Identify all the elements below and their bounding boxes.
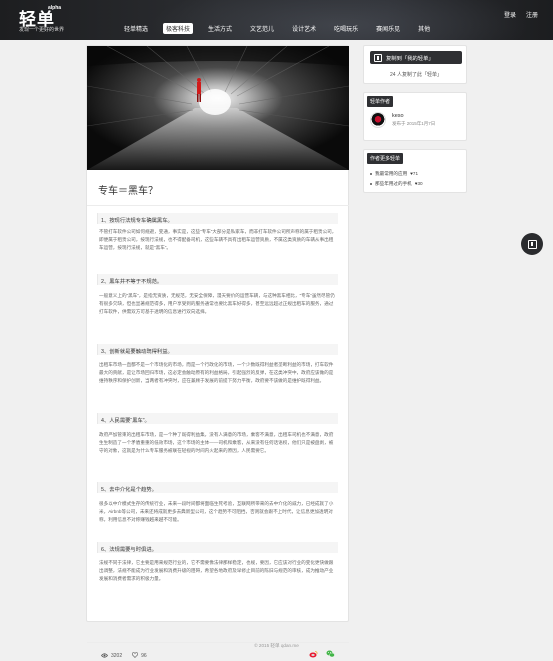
register-link[interactable]: 注册 [526, 10, 538, 19]
nav-item-lifestyle[interactable]: 生活方式 [205, 23, 235, 34]
cover-image [87, 46, 349, 170]
logo-alpha-tag: alpha [48, 5, 62, 11]
bullet-icon [370, 173, 372, 175]
copy-to-my-list-button[interactable]: 复制到「我的轻单」 [370, 51, 462, 64]
view-count: 3202 [111, 653, 123, 659]
section-heading-5: 5、去中介化是个趋势。 [97, 482, 338, 493]
more-item-likes: 71 [412, 171, 419, 176]
site-header: 轻单 alpha 发现一个更好的世界 轻单精选 极客科技 生活方式 文艺范儿 设… [0, 0, 553, 40]
copy-count: 24 人复制了此「轻单」 [390, 72, 442, 78]
login-link[interactable]: 登录 [504, 10, 516, 19]
tunnel-photo [87, 46, 349, 170]
nav-item-design[interactable]: 设计艺术 [289, 23, 319, 34]
eye-icon [101, 652, 108, 660]
more-item-title[interactable]: 我最常用的应用 [375, 171, 407, 177]
copy-icon [527, 239, 537, 249]
author-heading: 轻单作者 [367, 96, 394, 107]
author-publish-date: 发布于 2015年1月7日 [392, 121, 436, 126]
wechat-share-icon[interactable] [326, 650, 335, 660]
article-title: 专车＝黑车？ [98, 186, 158, 197]
author-card: 轻单作者 keso 发布于 2015年1月7日 [363, 92, 467, 141]
section-body-4: 政府严加管束的出租车市场，是一个种了既得利益集，没有人满意的市场，乘客不满意，出… [99, 432, 334, 454]
more-item-likes: 30 [417, 181, 423, 186]
section-heading-1: 1、按现行法规专车确属黑车。 [97, 213, 338, 224]
weibo-share-icon[interactable] [309, 650, 318, 660]
more-item-title[interactable]: 那些年用过的手机 [375, 181, 412, 187]
section-heading-3: 3、创新就是要触动既得利益。 [97, 344, 338, 355]
like-count: 96 [141, 653, 147, 659]
more-heading: 作者更多轻单 [367, 153, 404, 164]
section-body-2: 一般意义上的“黑车”，是指无资质，无规范，无安全保障，漫天要价的运营车辆，与这种… [99, 293, 335, 315]
section-heading-4: 4、人民需要“黑车”。 [97, 413, 338, 424]
nav-item-news[interactable]: 赛闻乐见 [373, 23, 403, 34]
copy-button-label: 复制到「我的轻单」 [386, 55, 434, 62]
copy-icon [374, 53, 382, 62]
section-body-1: 不管打车软件公司如何规避，变通，事实是，这些“专车”大部分是私家车，而非打车软件… [99, 229, 337, 251]
nav-item-featured[interactable]: 轻单精选 [121, 23, 151, 34]
section-heading-6: 6、法规需要与时俱进。 [97, 542, 338, 553]
nav-item-food-fun[interactable]: 吃喝玩乐 [331, 23, 361, 34]
section-body-3: 出租车市场一直都不是一个市场化的市场，而是一个行政化的市场，一个少数既得利益者垄… [99, 362, 334, 384]
article-card: 专车＝黑车？ 1、按现行法规专车确属黑车。 不管打车软件公司如何规避，变通，事实… [86, 45, 349, 659]
heart-icon[interactable] [131, 652, 139, 660]
avatar[interactable] [370, 112, 386, 128]
site-slogan: 发现一个更好的世界 [19, 27, 65, 33]
main-nav: 轻单精选 极客科技 生活方式 文艺范儿 设计艺术 吃喝玩乐 赛闻乐见 其他 [121, 23, 445, 34]
article-stats: 3202 96 [101, 652, 147, 660]
nav-item-other[interactable]: 其他 [415, 23, 433, 34]
nav-item-arts[interactable]: 文艺范儿 [247, 23, 277, 34]
floating-copy-button[interactable] [521, 233, 543, 255]
copy-card: 复制到「我的轻单」 24 人复制了此「轻单」 [363, 45, 467, 84]
section-heading-2: 2、黑车并不等于不规范。 [97, 274, 338, 285]
bullet-icon [370, 183, 372, 185]
section-body-5: 很多以中介模式生存的传统行业，未来一段时间都将面临生死考验，互联网所带来的去中介… [99, 501, 334, 523]
nav-item-geek-tech[interactable]: 极客科技 [163, 23, 194, 34]
footer-copyright: © 2015 轻单 qdan.me [254, 643, 299, 648]
list-item[interactable]: 那些年用过的手机 ♥ 30 [370, 181, 464, 187]
header-backdrop [150, 0, 530, 40]
list-item[interactable]: 我最常用的应用 ♥ 71 [370, 171, 464, 177]
section-body-6: 法规不同于法律，它主要是用来规范行业的，它不需要像法律那样稳定，也规，要因，它应… [99, 560, 334, 582]
title-divider [87, 205, 349, 206]
author-name[interactable]: keso [392, 113, 404, 119]
more-by-author-card: 作者更多轻单 我最常用的应用 ♥ 71 那些年用过的手机 ♥ 30 [363, 149, 467, 193]
